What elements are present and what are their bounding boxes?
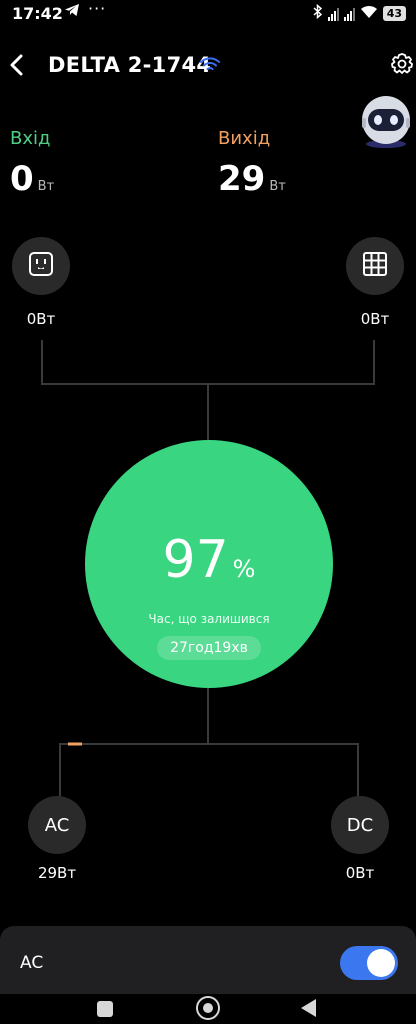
- system-navigation-bar: [0, 994, 416, 1024]
- solar-input-port[interactable]: [346, 237, 404, 295]
- battery-percent-value: 97: [162, 530, 229, 590]
- ac-output-label: AC: [44, 814, 70, 836]
- dc-output-label: DC: [346, 814, 374, 836]
- ac-output-power: 29Вт: [37, 864, 77, 882]
- dc-output-power: 0Вт: [345, 864, 375, 882]
- ac-output-port[interactable]: AC: [28, 796, 86, 854]
- home-button[interactable]: [196, 996, 220, 1020]
- ac-panel-label: AC: [20, 953, 44, 973]
- ac-input-power: 0Вт: [26, 310, 56, 328]
- battery-level-circle[interactable]: 97% Час, що залишився 27год19хв: [85, 440, 333, 688]
- battery-percentage: 97%: [85, 530, 333, 590]
- remaining-time-label: Час, що залишився: [148, 612, 270, 626]
- recent-apps-button[interactable]: [97, 1001, 113, 1017]
- outlet-icon: [28, 251, 54, 281]
- battery-percent-symbol: %: [232, 555, 256, 583]
- ac-output-toggle[interactable]: [340, 946, 398, 980]
- toggle-knob: [367, 949, 395, 977]
- solar-panel-icon: [362, 251, 388, 281]
- system-back-button[interactable]: [301, 999, 316, 1017]
- ac-input-port[interactable]: [12, 237, 70, 295]
- solar-input-power: 0Вт: [360, 310, 390, 328]
- remaining-time-badge: 27год19хв: [157, 636, 261, 660]
- dc-output-port[interactable]: DC: [331, 796, 389, 854]
